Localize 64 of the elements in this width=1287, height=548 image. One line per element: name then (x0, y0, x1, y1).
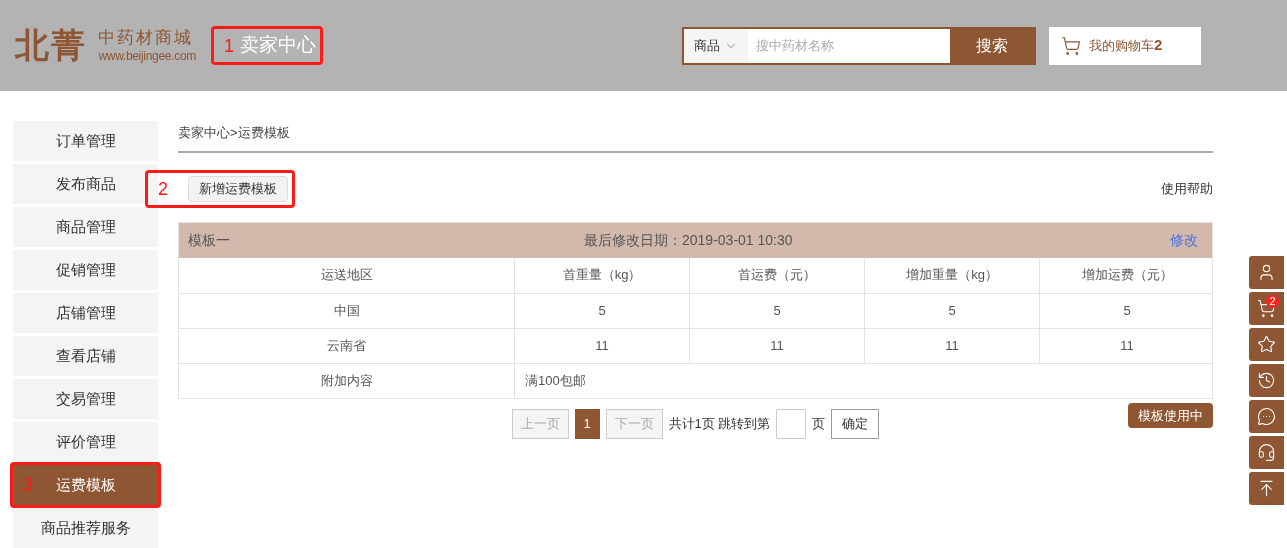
logo-url: www.beijingee.com (98, 48, 197, 64)
table-cell: 满100包邮 (514, 363, 1214, 398)
confirm-button[interactable]: 确定 (831, 408, 880, 439)
sidebar-item[interactable]: 订单管理 (13, 121, 158, 161)
float-bar-button[interactable] (1249, 400, 1284, 433)
table-cell-text: 中国 (332, 301, 361, 320)
table-cell: 11 (689, 328, 864, 363)
search-bar[interactable]: 商品 搜中药材名称 搜索 (682, 26, 1037, 65)
column-header: 运送地区 (319, 266, 374, 285)
sidebar-item[interactable]: 查看店铺 (13, 336, 158, 376)
float-bar-button[interactable]: 2 (1249, 292, 1284, 325)
table-cell: 5 (689, 293, 864, 328)
table-cell: 5 (514, 293, 689, 328)
annotation-number: 2 (158, 179, 168, 198)
headset-icon (1257, 443, 1276, 462)
table-cell-text: 附加内容 (319, 371, 374, 390)
sidebar-item[interactable]: 店铺管理 (13, 293, 158, 333)
page-input[interactable] (776, 408, 807, 439)
chat-bubble-icon (1257, 407, 1276, 426)
template-name: 模板一 (188, 230, 231, 250)
user-icon (1257, 263, 1276, 282)
help-link[interactable]: 使用帮助 (1161, 178, 1213, 199)
column-header: 首重量（kg） (514, 257, 689, 293)
history-icon (1257, 371, 1276, 390)
logo-title: 中药材商城 (98, 27, 195, 49)
sidebar-item[interactable]: 发布商品 (13, 164, 158, 204)
star-icon (1257, 335, 1276, 354)
annotation-number: 3 (23, 476, 33, 494)
float-bar-button[interactable] (1249, 256, 1284, 289)
logo-mark: 北菁 (15, 25, 87, 66)
sidebar-item[interactable]: 商品推荐服务 (13, 508, 158, 548)
sidebar-item[interactable]: 评价管理 (13, 422, 158, 462)
table-cell: 5 (864, 293, 1039, 328)
float-bar-button[interactable] (1249, 472, 1284, 505)
table-cell: 11 (514, 328, 689, 363)
search-field[interactable]: 搜中药材名称 (748, 28, 951, 63)
back-to-top-icon (1257, 479, 1276, 498)
column-header: 首运费（元） (689, 257, 864, 293)
cart-icon (1061, 35, 1082, 56)
float-bar-button[interactable] (1249, 328, 1284, 361)
add-template-button[interactable]: 新增运费模板 (188, 175, 288, 202)
table-cell: 5 (1039, 293, 1214, 328)
status-badge: 模板使用中 (1128, 402, 1213, 428)
column-header: 增加重量（kg） (864, 257, 1039, 293)
sidebar-item[interactable]: 交易管理 (13, 379, 158, 419)
float-bar-button[interactable] (1249, 436, 1284, 469)
annotation-number: 1 (224, 36, 235, 55)
cart-count-badge: 2 (1266, 295, 1279, 308)
page-total: 共计1页 跳转到第 (668, 414, 771, 433)
table-cell-text: 云南省 (326, 336, 367, 355)
cart-icon (1257, 299, 1276, 318)
modified-date: 最后修改日期：2019-03-01 10:30 (584, 230, 794, 250)
table-cell: 11 (864, 328, 1039, 363)
float-bar-button[interactable] (1249, 364, 1284, 397)
column-header: 增加运费（元） (1039, 257, 1214, 293)
sidebar-item[interactable]: 商品管理 (13, 207, 158, 247)
page-button[interactable]: 1 (574, 408, 600, 439)
table-cell: 11 (1039, 328, 1214, 363)
sidebar-item[interactable]: 促销管理 (13, 250, 158, 290)
page-unit: 页 (812, 414, 826, 433)
breadcrumb: 卖家中心>运费模板 (178, 121, 1213, 153)
search-button[interactable]: 搜索 (950, 28, 1035, 63)
cart-button[interactable]: 我的购物车2 (1049, 26, 1202, 65)
category-dropdown[interactable]: 商品 (684, 28, 749, 63)
